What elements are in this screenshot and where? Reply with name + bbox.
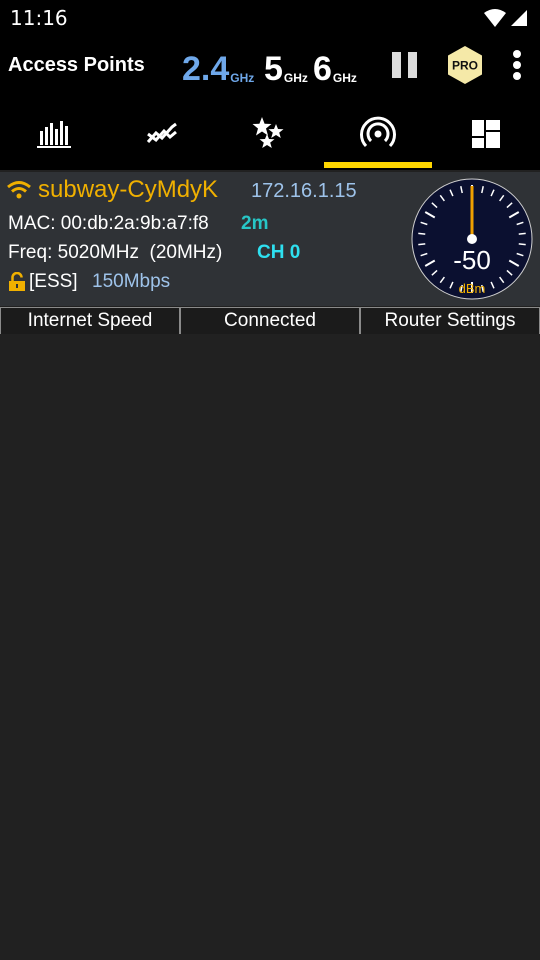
active-tab-indicator [324, 162, 432, 168]
ap-actions: Internet Speed Connected Router Settings [0, 307, 540, 334]
ap-rate: 150Mbps [92, 271, 171, 292]
pro-label: PRO [452, 59, 478, 73]
gauge-hub [467, 234, 477, 244]
ap-mac: MAC: 00:db:2a:9b:a7:f8 [8, 213, 209, 234]
gauge-tick [418, 232, 426, 235]
band-number: 2.4 [182, 50, 230, 88]
router-settings-button[interactable]: Router Settings [360, 307, 540, 334]
ap-frequency: Freq: 5020MHz (20MHz) [8, 242, 223, 263]
pro-button[interactable]: PRO [446, 45, 484, 85]
tab-time-graph[interactable] [108, 98, 216, 170]
pause-icon [408, 52, 417, 78]
ap-channel: CH 0 [257, 242, 301, 263]
tab-export[interactable] [432, 98, 540, 170]
signal-value: -50 [453, 245, 491, 275]
ap-ssid: subway-CyMdyK [38, 176, 219, 203]
status-bar: 11:16 [0, 0, 540, 36]
band-2-4ghz-toggle[interactable]: 2.4GHz [182, 50, 254, 88]
more-vert-icon [513, 50, 521, 58]
pro-badge-icon: PRO [448, 46, 482, 84]
tab-bar [0, 98, 540, 170]
band-5ghz-toggle[interactable]: 5GHz [264, 50, 308, 88]
connected-button[interactable]: Connected [180, 307, 360, 334]
ap-distance: 2m [241, 213, 269, 234]
band-unit: GHz [283, 71, 308, 85]
access-points-icon [360, 116, 396, 148]
signal-unit: dBm [458, 281, 486, 296]
time-graph-icon [146, 122, 177, 143]
pause-icon [392, 52, 401, 78]
export-icon [472, 120, 500, 148]
app-title: Access Points [8, 54, 145, 76]
cell-signal-icon [511, 10, 527, 26]
channel-graph-icon [37, 121, 71, 148]
band-number: 6 [313, 50, 332, 88]
channel-rating-icon [252, 117, 284, 148]
band-unit: GHz [230, 71, 255, 85]
app-bar: Access Points 2.4GHz 5GHz 6GHz PRO [0, 36, 540, 98]
more-options-button[interactable] [506, 48, 528, 82]
ap-security: [ESS] [29, 271, 78, 292]
band-6ghz-toggle[interactable]: 6GHz [313, 50, 357, 88]
lock-open-icon [9, 272, 25, 291]
band-number: 5 [264, 50, 283, 88]
more-vert-icon [513, 61, 521, 69]
status-time: 11:16 [10, 6, 68, 30]
tab-channel-graph[interactable] [0, 98, 108, 170]
gauge-tick [518, 232, 526, 235]
more-vert-icon [513, 72, 521, 80]
wifi-icon [7, 181, 31, 199]
status-icons [484, 8, 528, 28]
wifi-signal-icon [484, 9, 506, 27]
ap-ip: 172.16.1.15 [251, 180, 357, 202]
pause-button[interactable] [392, 52, 418, 78]
tab-access-points[interactable] [324, 98, 432, 170]
internet-speed-button[interactable]: Internet Speed [0, 307, 180, 334]
tab-channel-rating[interactable] [216, 98, 324, 170]
band-unit: GHz [332, 71, 357, 85]
